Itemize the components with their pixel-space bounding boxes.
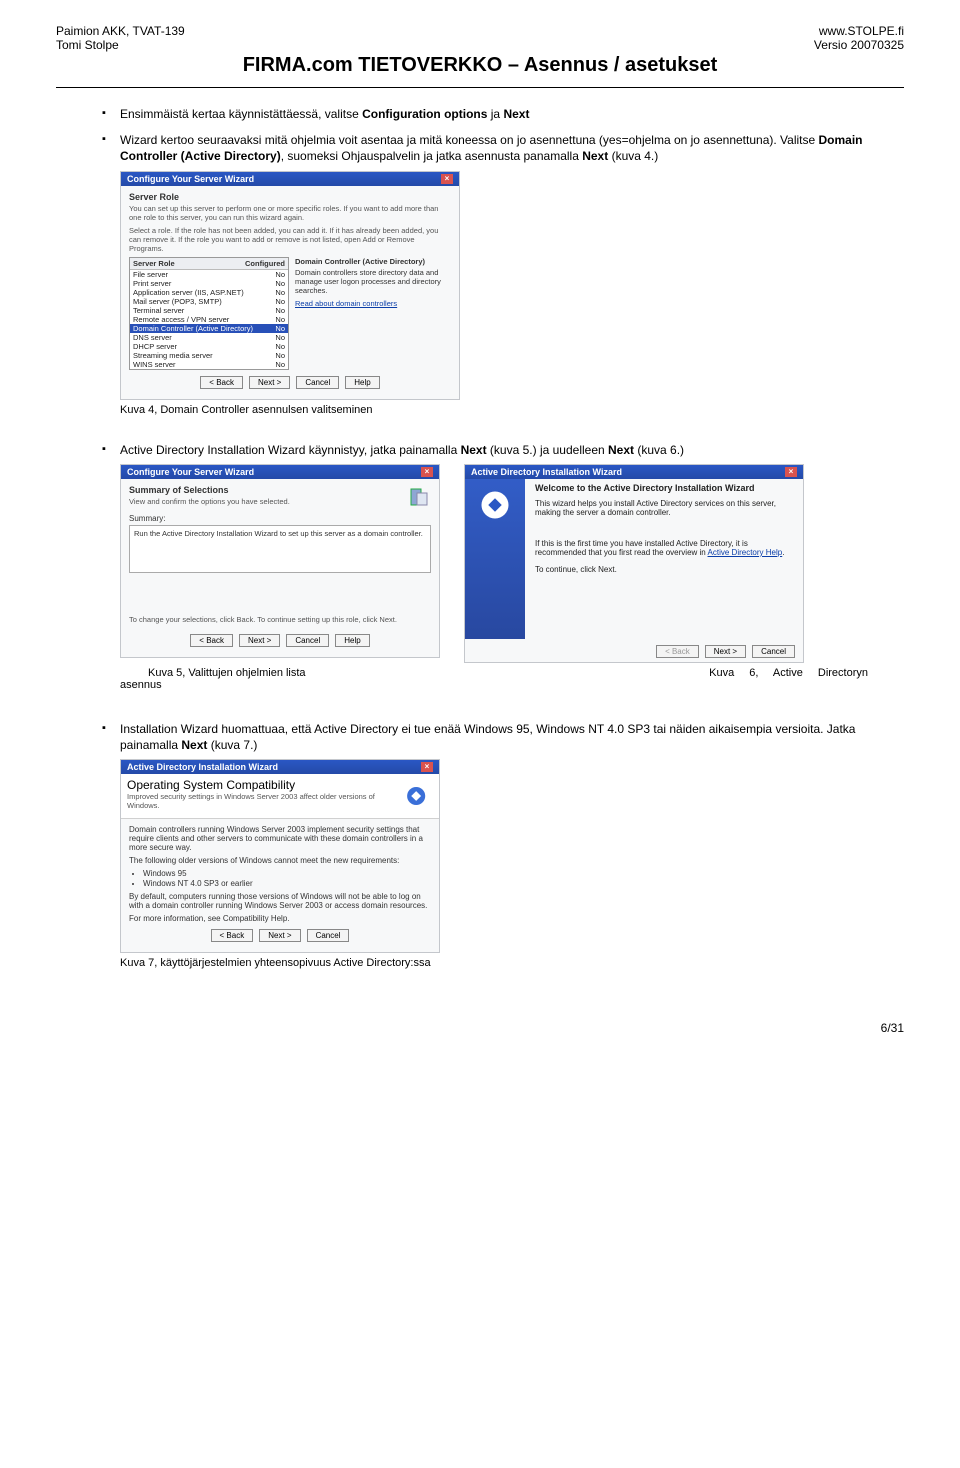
screenshot-kuva4: Configure Your Server Wizard × Server Ro… xyxy=(120,171,460,400)
hdr-left2: Tomi Stolpe xyxy=(56,38,119,52)
os-head: Operating System Compatibility xyxy=(127,778,393,792)
page-title: FIRMA.com TIETOVERKKO – Asennus / asetuk… xyxy=(56,52,904,83)
back-button: < Back xyxy=(656,645,699,658)
text-bold: Next xyxy=(608,443,634,457)
role-row[interactable]: Domain Controller (Active Directory)No xyxy=(130,324,288,333)
th-role: Server Role xyxy=(133,259,175,268)
os-p2: The following older versions of Windows … xyxy=(129,856,431,865)
text: (kuva 5.) ja uudelleen xyxy=(487,443,608,457)
bullet-2: Wizard kertoo seuraavaksi mitä ohjelmia … xyxy=(92,132,868,164)
next-button[interactable]: Next > xyxy=(259,929,300,942)
caption-kuva6: Kuva 6, Active Directoryn xyxy=(709,667,868,691)
subheading: View and confirm the options you have se… xyxy=(129,497,407,506)
ad-welcome-head: Welcome to the Active Directory Installa… xyxy=(535,483,799,493)
ad-help-link[interactable]: Active Directory Help xyxy=(708,548,783,557)
bullet-1: Ensimmäistä kertaa käynnistättäessä, val… xyxy=(92,106,868,122)
role-row[interactable]: Mail server (POP3, SMTP)No xyxy=(130,297,288,306)
ad-logo-icon xyxy=(403,782,429,810)
heading: Server Role xyxy=(129,192,451,202)
window-title: Configure Your Server Wizard xyxy=(127,174,254,184)
text: For more information, see xyxy=(129,914,223,923)
close-icon[interactable]: × xyxy=(441,174,453,184)
role-row[interactable]: Print serverNo xyxy=(130,279,288,288)
hdr-right1: www.STOLPE.fi xyxy=(819,24,904,38)
bullet-4: Installation Wizard huomattuaa, että Act… xyxy=(92,721,868,753)
os-p1: Domain controllers running Windows Serve… xyxy=(129,825,431,852)
th-cfg: Configured xyxy=(245,259,285,268)
next-button[interactable]: Next > xyxy=(705,645,746,658)
role-info-head: Domain Controller (Active Directory) xyxy=(295,257,451,268)
divider xyxy=(56,87,904,88)
text-bold: Next xyxy=(582,149,608,163)
text: (kuva 6.) xyxy=(634,443,684,457)
text: (kuva 7.) xyxy=(207,738,257,752)
hdr-left1: Paimion AKK, TVAT-139 xyxy=(56,24,185,38)
role-row[interactable]: DHCP serverNo xyxy=(130,342,288,351)
ad-body3: To continue, click Next. xyxy=(535,565,799,574)
text-bold: Next xyxy=(181,738,207,752)
screenshot-kuva5: Configure Your Server Wizard × Summary o… xyxy=(120,464,440,658)
caption-kuva7: Kuva 7, käyttöjärjestelmien yhteensopivu… xyxy=(92,953,868,985)
page-number: 6/31 xyxy=(56,985,904,1035)
close-icon[interactable]: × xyxy=(421,762,433,772)
text: Active Directory Installation Wizard käy… xyxy=(120,443,461,457)
role-row[interactable]: Terminal serverNo xyxy=(130,306,288,315)
help-button[interactable]: Help xyxy=(345,376,379,389)
screenshot-kuva7: Active Directory Installation Wizard × O… xyxy=(120,759,440,953)
cancel-button[interactable]: Cancel xyxy=(296,376,339,389)
ad-logo-icon xyxy=(477,487,513,523)
close-icon[interactable]: × xyxy=(421,467,433,477)
caption-kuva5b: asennus xyxy=(120,679,306,691)
caption-kuva5: Kuva 5, Valittujen ohjelmien lista xyxy=(120,667,306,679)
os-li1: Windows 95 xyxy=(143,869,431,878)
screenshot-kuva6: Active Directory Installation Wizard × W… xyxy=(464,464,804,663)
text: Wizard kertoo seuraavaksi mitä ohjelmia … xyxy=(120,133,819,147)
back-button[interactable]: < Back xyxy=(211,929,254,942)
text: ja xyxy=(487,107,503,121)
summary-line: Run the Active Directory Installation Wi… xyxy=(134,529,423,538)
text-bold: Next xyxy=(461,443,487,457)
role-row[interactable]: DNS serverNo xyxy=(130,333,288,342)
cancel-button[interactable]: Cancel xyxy=(286,634,329,647)
os-sub: Improved security settings in Windows Se… xyxy=(127,792,393,810)
role-row[interactable]: Remote access / VPN serverNo xyxy=(130,315,288,324)
next-button[interactable]: Next > xyxy=(239,634,280,647)
os-li2: Windows NT 4.0 SP3 or earlier xyxy=(143,879,431,888)
text: (kuva 4.) xyxy=(608,149,658,163)
close-icon[interactable]: × xyxy=(785,467,797,477)
summary-box: Run the Active Directory Installation Wi… xyxy=(129,525,431,573)
role-info-link[interactable]: Read about domain controllers xyxy=(295,299,397,308)
subheading: You can set up this server to perform on… xyxy=(129,204,451,222)
text: , suomeksi Ohjauspalvelin ja jatka asenn… xyxy=(281,149,583,163)
instruction: Select a role. If the role has not been … xyxy=(129,226,451,253)
help-button[interactable]: Help xyxy=(335,634,369,647)
role-info-body: Domain controllers store directory data … xyxy=(295,268,451,295)
compat-help-link[interactable]: Compatibility Help xyxy=(223,914,287,923)
role-row[interactable]: Streaming media serverNo xyxy=(130,351,288,360)
ad-body1: This wizard helps you install Active Dir… xyxy=(535,499,799,517)
bullet-3: Active Directory Installation Wizard käy… xyxy=(92,442,868,458)
caption-kuva4: Kuva 4, Domain Controller asennulsen val… xyxy=(92,400,868,432)
back-button[interactable]: < Back xyxy=(200,376,243,389)
role-row[interactable]: WINS serverNo xyxy=(130,360,288,369)
window-title: Configure Your Server Wizard xyxy=(127,467,254,477)
window-title: Active Directory Installation Wizard xyxy=(471,467,622,477)
role-row[interactable]: Application server (IIS, ASP.NET)No xyxy=(130,288,288,297)
next-button[interactable]: Next > xyxy=(249,376,290,389)
server-icon xyxy=(407,485,431,509)
text-bold: Next xyxy=(503,107,529,121)
cancel-button[interactable]: Cancel xyxy=(752,645,795,658)
back-button[interactable]: < Back xyxy=(190,634,233,647)
role-row[interactable]: File serverNo xyxy=(130,270,288,279)
hdr-right2: Versio 20070325 xyxy=(814,38,904,52)
window-title: Active Directory Installation Wizard xyxy=(127,762,278,772)
heading: Summary of Selections xyxy=(129,485,407,495)
os-p3: By default, computers running those vers… xyxy=(129,892,431,910)
roles-table[interactable]: Server Role Configured File serverNoPrin… xyxy=(129,257,289,370)
summary-foot: To change your selections, click Back. T… xyxy=(129,615,431,624)
cancel-button[interactable]: Cancel xyxy=(307,929,350,942)
summary-label: Summary: xyxy=(129,514,431,523)
text-bold: Configuration options xyxy=(362,107,487,121)
text: Ensimmäistä kertaa käynnistättäessä, val… xyxy=(120,107,362,121)
